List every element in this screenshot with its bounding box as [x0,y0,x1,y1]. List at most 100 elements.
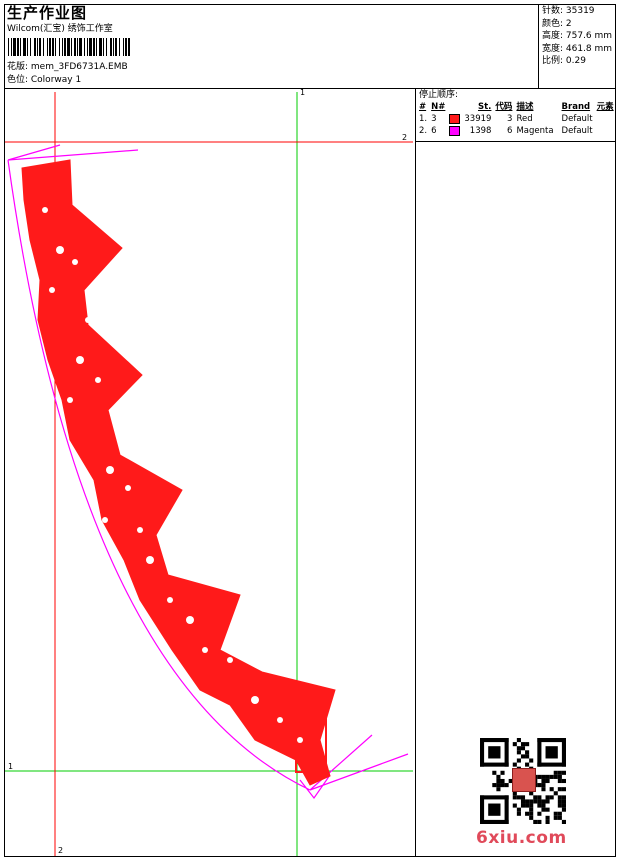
qr-module [480,738,509,743]
qr-module [516,807,521,812]
qr-module [500,778,505,784]
qr-module [553,815,558,820]
qr-module [516,811,521,816]
lace-band [21,159,336,786]
qr-module [545,807,550,812]
qr-module [504,795,509,824]
qr-module [557,787,562,792]
qr-module [525,799,530,804]
qr-module [512,762,517,767]
embroidery-design-canvas [5,92,413,856]
qr-module [516,746,521,751]
qr-module [553,774,558,779]
qr-module [541,774,546,779]
qr-module [492,783,497,788]
qr-module [557,770,562,775]
qr-module [520,795,526,800]
qr-module [512,795,517,800]
qr-module [541,803,546,808]
qr-module [520,799,526,804]
qr-module [529,807,534,812]
qr-module [525,811,530,816]
qr-module [537,799,542,804]
qr-module [512,803,517,808]
qr-module [561,738,566,767]
axis-marker-left: 1 [8,762,14,771]
qr-module [500,783,505,788]
axis-marker-bottom: 2 [58,846,64,855]
qr-module [541,807,546,812]
qr-module [480,795,485,824]
qr-module [480,795,509,800]
qr-module [537,762,566,767]
qr-module [525,762,530,767]
qr-module [541,778,546,784]
qr-module [480,762,509,767]
qr-module [537,738,566,743]
qr-module [561,799,566,804]
qr-module [520,754,526,759]
qr-module [537,774,542,779]
qr-module [557,778,562,784]
qr-module [561,807,566,812]
qr-module [529,803,534,808]
qr-module [541,799,546,804]
qr-module [488,803,501,816]
qr-module [529,758,534,763]
qr-module [549,787,554,792]
qr-module [537,803,542,808]
qr-module [557,795,562,800]
qr-module [553,791,558,796]
qr-module [545,778,550,784]
qr-module [496,787,501,792]
qr-module [541,787,546,792]
qr-module [537,795,542,800]
qr-module [516,758,521,763]
qr-module [500,770,505,775]
qr-module [520,803,526,808]
qr-module [492,770,497,775]
qr-module [525,742,530,747]
qr-module [529,799,534,804]
qr-module [533,799,538,804]
qr-module [516,795,521,800]
qr-module [561,787,566,792]
qr-module [549,774,554,779]
qr-module [496,774,501,779]
qr-module [525,750,530,755]
qr-module [516,738,521,743]
qr-module [561,778,566,784]
qr-module [480,738,485,767]
red-seal-stamp [512,768,536,792]
qr-module [529,815,534,820]
qr-module [537,783,542,788]
qr-module [525,754,530,759]
qr-module [561,795,566,800]
qr-module [545,799,550,804]
qr-module [545,819,550,824]
qr-module [525,803,530,808]
qr-module [553,770,558,775]
qr-module [504,738,509,767]
qr-module [545,746,558,759]
qr-module [545,795,550,800]
qr-module [537,811,542,816]
qr-module [557,774,562,779]
qr-module [545,774,550,779]
axis-marker-right: 2 [402,133,408,142]
lace-embroidery [21,159,336,786]
qr-module [537,819,542,824]
qr-module [504,783,509,788]
qr-module [496,783,501,788]
qr-module [561,803,566,808]
qr-module [496,778,501,784]
qr-module [549,795,554,800]
qr-module [520,746,526,751]
qr-module [520,742,526,747]
qr-module [553,811,558,816]
qr-module [557,811,562,816]
qr-module [529,811,534,816]
qr-module [537,738,542,767]
qr-module [561,770,566,775]
qr-module [516,750,521,755]
